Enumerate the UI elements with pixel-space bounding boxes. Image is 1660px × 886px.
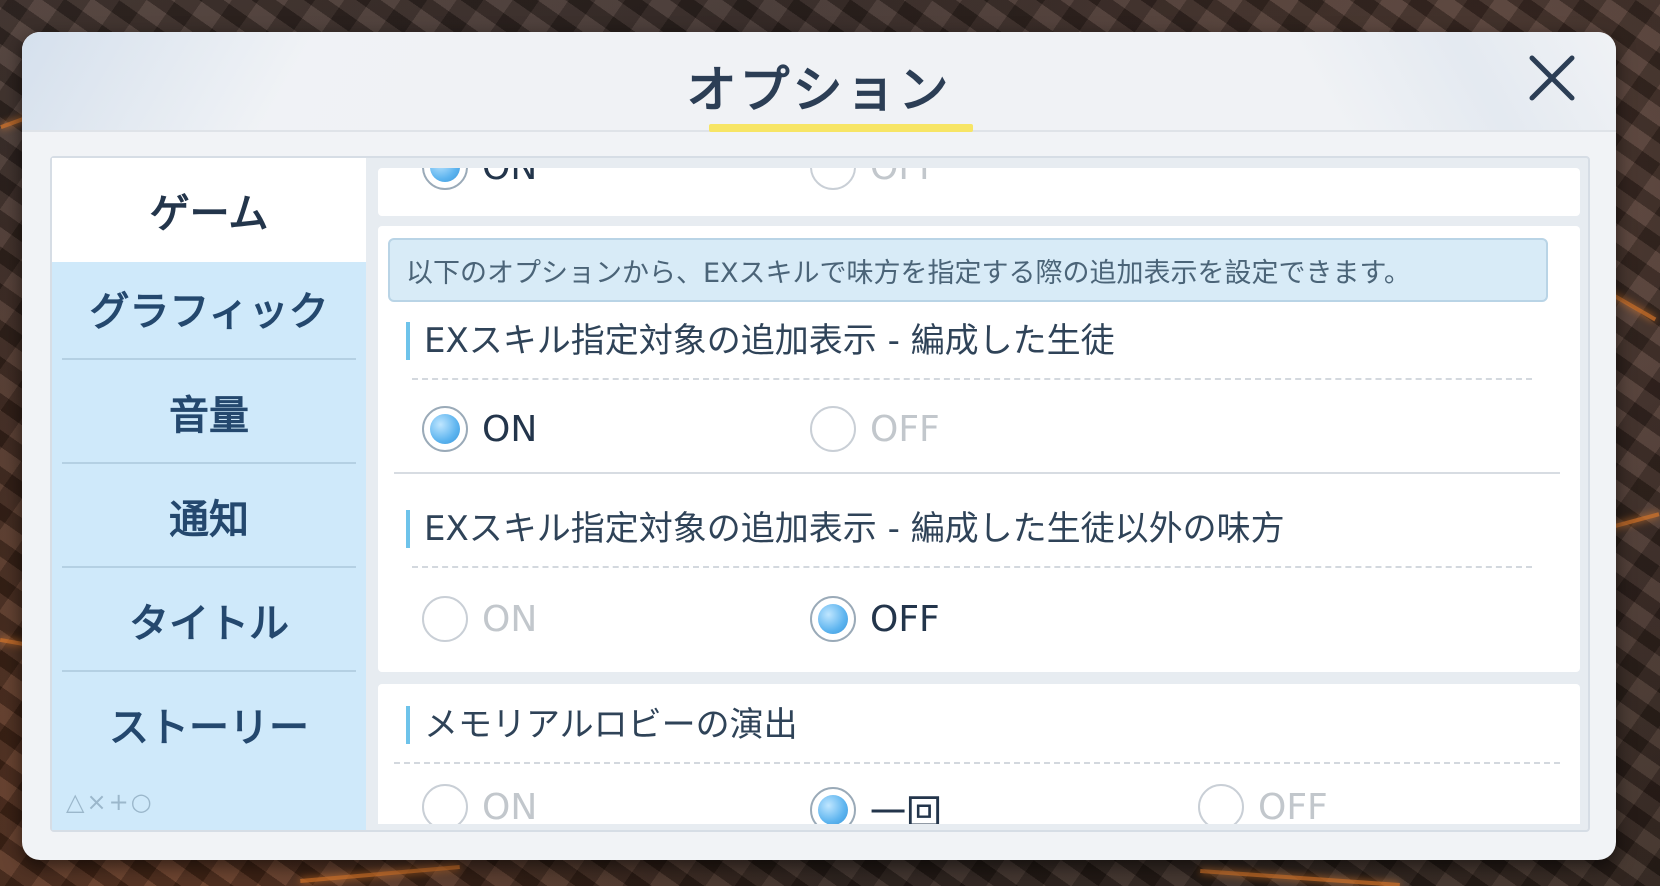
radio-memorial-once[interactable]: 一回 — [810, 784, 942, 824]
decorative-symbols: △×+○ — [66, 788, 154, 816]
radio-circle — [422, 406, 468, 452]
radio-label: ON — [482, 598, 538, 640]
title-underline — [709, 124, 973, 132]
dashed-divider — [412, 378, 1532, 380]
radio-circle — [810, 406, 856, 452]
options-sidebar: ゲーム グラフィック 音量 通知 タイトル ストーリー △×+○ — [52, 158, 366, 830]
setting-title: EXスキル指定対象の追加表示 - 編成した生徒以外の味方 — [406, 510, 1285, 548]
options-content[interactable]: ON OFF 以下のオプションから、EXスキルで味方を指定する際の追加表示を設定… — [378, 168, 1580, 824]
sidebar-tab-volume[interactable]: 音量 — [52, 360, 366, 464]
setting-card-memorial: メモリアルロビーの演出 ON 一回 OFF — [378, 684, 1580, 824]
setting-card-ex-skill: 以下のオプションから、EXスキルで味方を指定する際の追加表示を設定できます。 E… — [378, 226, 1580, 672]
radio-circle — [422, 784, 468, 824]
radio-label: ON — [482, 168, 537, 188]
radio-label: OFF — [870, 598, 940, 640]
dialog-header: オプション — [22, 32, 1616, 132]
radio-circle — [422, 168, 468, 190]
setting-title: メモリアルロビーの演出 — [406, 706, 798, 744]
options-dialog: オプション ゲーム グラフィック 音量 通知 タイトル ストーリー △×+○ 以… — [22, 32, 1616, 860]
radio-circle — [810, 168, 856, 190]
radio-label: ON — [482, 408, 538, 450]
close-button[interactable] — [1522, 48, 1582, 108]
radio-label: OFF — [1258, 786, 1328, 825]
sidebar-tab-graphics[interactable]: グラフィック — [52, 256, 366, 360]
sidebar-tab-title[interactable]: タイトル — [52, 568, 366, 672]
sidebar-tab-story[interactable]: ストーリー — [52, 672, 366, 776]
radio-ex-formed-off[interactable]: OFF — [810, 406, 940, 452]
dialog-title: オプション — [686, 61, 952, 119]
info-box: 以下のオプションから、EXスキルで味方を指定する際の追加表示を設定できます。 — [388, 238, 1548, 302]
radio-label: ON — [482, 786, 538, 825]
radio-ex-other-off[interactable]: OFF — [810, 596, 940, 642]
radio-ex-other-on[interactable]: ON — [422, 596, 537, 642]
radio-off-partial[interactable]: OFF — [810, 168, 940, 190]
options-body: ゲーム グラフィック 音量 通知 タイトル ストーリー △×+○ ON OFF — [50, 156, 1590, 832]
setting-title: EXスキル指定対象の追加表示 - 編成した生徒 — [406, 322, 1115, 360]
sidebar-tab-game[interactable]: ゲーム — [52, 158, 366, 262]
dashed-divider — [412, 566, 1532, 568]
dashed-divider — [394, 762, 1560, 764]
sidebar-tab-notification[interactable]: 通知 — [52, 464, 366, 568]
radio-circle — [810, 596, 856, 642]
setting-card-partial: ON OFF — [378, 168, 1580, 216]
setting-divider — [394, 472, 1560, 474]
radio-label: 一回 — [870, 793, 943, 824]
radio-circle — [1198, 784, 1244, 824]
radio-label: OFF — [870, 168, 940, 188]
radio-circle — [422, 596, 468, 642]
radio-circle — [810, 787, 856, 824]
radio-ex-formed-on[interactable]: ON — [422, 406, 537, 452]
radio-memorial-on[interactable]: ON — [422, 784, 537, 824]
radio-label: OFF — [870, 408, 940, 450]
radio-on-partial[interactable]: ON — [422, 168, 537, 190]
radio-memorial-off[interactable]: OFF — [1198, 784, 1328, 824]
close-icon — [1529, 55, 1575, 101]
